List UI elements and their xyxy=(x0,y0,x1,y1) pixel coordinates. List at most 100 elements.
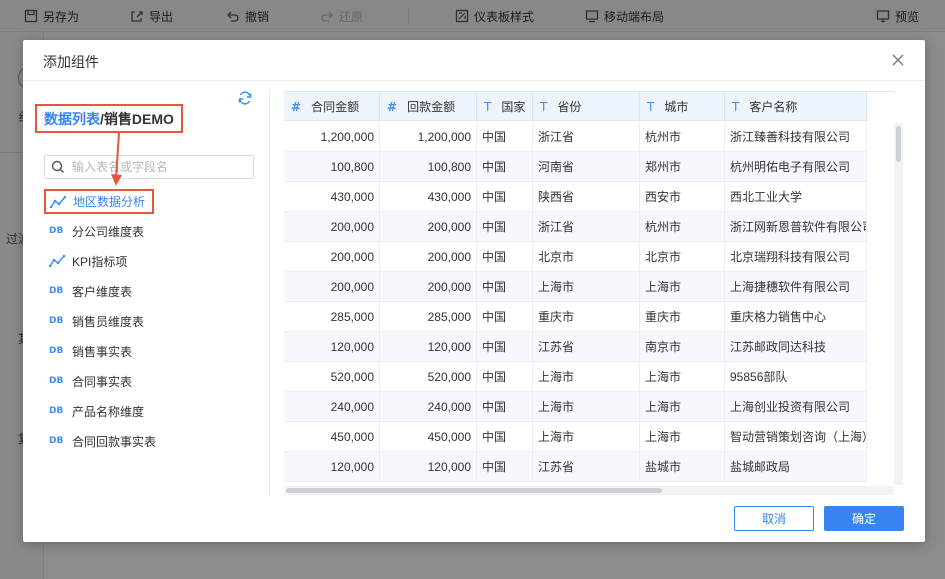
tree-item-label: KPI指标项 xyxy=(72,254,128,269)
table-row: 200,000 200,000 中国 上海市 上海市 上海捷穗软件有限公司 xyxy=(284,272,867,302)
tree-item-contract-payment-fact[interactable]: DB 合同回款事实表 xyxy=(47,428,156,454)
table-cell: 上海市 xyxy=(640,392,725,421)
table-cell: 盐城市 xyxy=(640,452,725,481)
db-icon: DB xyxy=(49,286,64,296)
table-cell: 江苏省 xyxy=(533,452,640,481)
horizontal-scrollbar-thumb[interactable] xyxy=(286,488,662,493)
column-header[interactable]: T 国家 xyxy=(477,92,533,121)
table-cell: 中国 xyxy=(477,182,533,211)
search-field xyxy=(44,155,254,179)
tree-item-label: 销售员维度表 xyxy=(72,314,145,329)
table-cell: 江苏邮政同达科技 xyxy=(725,332,867,361)
tree-item-label: 合同回款事实表 xyxy=(72,434,157,449)
tree-item-label: 分公司维度表 xyxy=(72,224,145,239)
table-cell: 浙江臻善科技有限公司 xyxy=(725,122,867,151)
table-row: 120,000 120,000 中国 江苏省 盐城市 盐城邮政局 xyxy=(284,452,867,482)
tree-item-salesperson-dimension[interactable]: DB 销售员维度表 xyxy=(47,308,144,334)
data-preview-table: # 合同金额 # 回款金额 T 国家 T 省份 T 城市 T 客户名称 1,200,000 1,200,… xyxy=(284,91,894,491)
tree-item-label: 地区数据分析 xyxy=(73,195,146,209)
tree-item-kpi[interactable]: KPI指标项 xyxy=(47,248,127,274)
table-cell: 1,200,000 xyxy=(284,122,380,151)
table-cell: 200,000 xyxy=(284,242,380,271)
table-cell: 北京市 xyxy=(533,242,640,271)
table-cell: 中国 xyxy=(477,452,533,481)
column-header-label: 客户名称 xyxy=(749,100,798,114)
table-cell: 中国 xyxy=(477,212,533,241)
table-cell: 上海市 xyxy=(640,362,725,391)
table-cell: 200,000 xyxy=(380,272,477,301)
table-cell: 中国 xyxy=(477,122,533,151)
table-cell: 北京市 xyxy=(640,242,725,271)
table-cell: 郑州市 xyxy=(640,152,725,181)
breadcrumb-parent-link[interactable]: 数据列表 xyxy=(44,109,100,129)
tree-item-label: 合同事实表 xyxy=(72,374,133,389)
refresh-icon[interactable] xyxy=(237,90,253,106)
table-cell: 上海创业投资有限公司 xyxy=(725,392,867,421)
search-input[interactable] xyxy=(72,157,242,177)
column-header[interactable]: # 合同金额 xyxy=(284,92,380,121)
table-cell: 浙江省 xyxy=(533,212,640,241)
table-cell: 中国 xyxy=(477,332,533,361)
column-header[interactable]: T 城市 xyxy=(640,92,725,121)
table-cell: 430,000 xyxy=(380,182,477,211)
table-cell: 95856部队 xyxy=(725,362,867,391)
number-type-icon: # xyxy=(291,99,302,114)
table-cell: 上海市 xyxy=(533,362,640,391)
table-cell: 杭州市 xyxy=(640,122,725,151)
table-cell: 西北工业大学 xyxy=(725,182,867,211)
table-cell: 北京瑞翔科技有限公司 xyxy=(725,242,867,271)
tree-item-product-dimension[interactable]: DB 产品名称维度 xyxy=(47,398,144,424)
table-cell: 中国 xyxy=(477,302,533,331)
vertical-scrollbar-thumb[interactable] xyxy=(896,126,901,162)
db-icon: DB xyxy=(49,226,64,236)
table-row: 520,000 520,000 中国 上海市 上海市 95856部队 xyxy=(284,362,867,392)
tree-item-region-analysis[interactable]: 地区数据分析 xyxy=(44,189,154,214)
table-cell: 上海市 xyxy=(640,272,725,301)
annotation-arrow xyxy=(111,132,122,186)
table-cell: 200,000 xyxy=(380,212,477,241)
close-icon[interactable] xyxy=(891,53,905,67)
line-chart-icon xyxy=(49,255,65,267)
column-header[interactable]: T 客户名称 xyxy=(725,92,867,121)
tree-item-contract-fact[interactable]: DB 合同事实表 xyxy=(47,368,132,394)
table-row: 1,200,000 1,200,000 中国 浙江省 杭州市 浙江臻善科技有限公司 xyxy=(284,122,867,152)
table-cell: 100,800 xyxy=(380,152,477,181)
table-cell: 中国 xyxy=(477,152,533,181)
confirm-button[interactable]: 确定 xyxy=(824,506,904,531)
tree-item-sales-fact[interactable]: DB 销售事实表 xyxy=(47,338,132,364)
cancel-button[interactable]: 取消 xyxy=(734,506,814,531)
column-header-label: 城市 xyxy=(664,100,689,114)
breadcrumb-current: 销售DEMO xyxy=(103,110,174,127)
column-header-label: 合同金额 xyxy=(311,100,360,114)
add-component-dialog: 添加组件 数据列表 / 销售DEMO 地区数据分析 DB 分公司维度表 KPI指… xyxy=(23,40,925,542)
column-header[interactable]: T 省份 xyxy=(533,92,640,121)
db-icon: DB xyxy=(49,436,64,446)
tree-item-label: 销售事实表 xyxy=(72,344,133,359)
table-cell: 南京市 xyxy=(640,332,725,361)
table-cell: 120,000 xyxy=(284,452,380,481)
horizontal-scrollbar[interactable] xyxy=(284,486,894,495)
search-icon xyxy=(51,160,64,173)
tree-item-label: 产品名称维度 xyxy=(72,404,145,419)
table-cell: 120,000 xyxy=(380,332,477,361)
table-row: 100,800 100,800 中国 河南省 郑州市 杭州明佑电子有限公司 xyxy=(284,152,867,182)
table-cell: 盐城邮政局 xyxy=(725,452,867,481)
vertical-scrollbar[interactable] xyxy=(894,123,903,485)
table-cell: 陕西省 xyxy=(533,182,640,211)
tree-item-customer-dimension[interactable]: DB 客户维度表 xyxy=(47,278,132,304)
breadcrumb: 数据列表 / 销售DEMO xyxy=(35,104,183,133)
tree-item-branch-dimension[interactable]: DB 分公司维度表 xyxy=(47,218,144,244)
table-cell: 西安市 xyxy=(640,182,725,211)
table-cell: 上海市 xyxy=(533,422,640,451)
table-cell: 520,000 xyxy=(380,362,477,391)
tree-item-label: 客户维度表 xyxy=(72,284,133,299)
table-cell: 中国 xyxy=(477,422,533,451)
table-cell: 重庆格力销售中心 xyxy=(725,302,867,331)
table-cell: 上海市 xyxy=(640,422,725,451)
table-cell: 智动营销策划咨询（上海） xyxy=(725,422,867,451)
table-cell: 重庆市 xyxy=(640,302,725,331)
table-cell: 中国 xyxy=(477,242,533,271)
column-header[interactable]: # 回款金额 xyxy=(380,92,477,121)
table-cell: 200,000 xyxy=(284,212,380,241)
table-cell: 285,000 xyxy=(284,302,380,331)
